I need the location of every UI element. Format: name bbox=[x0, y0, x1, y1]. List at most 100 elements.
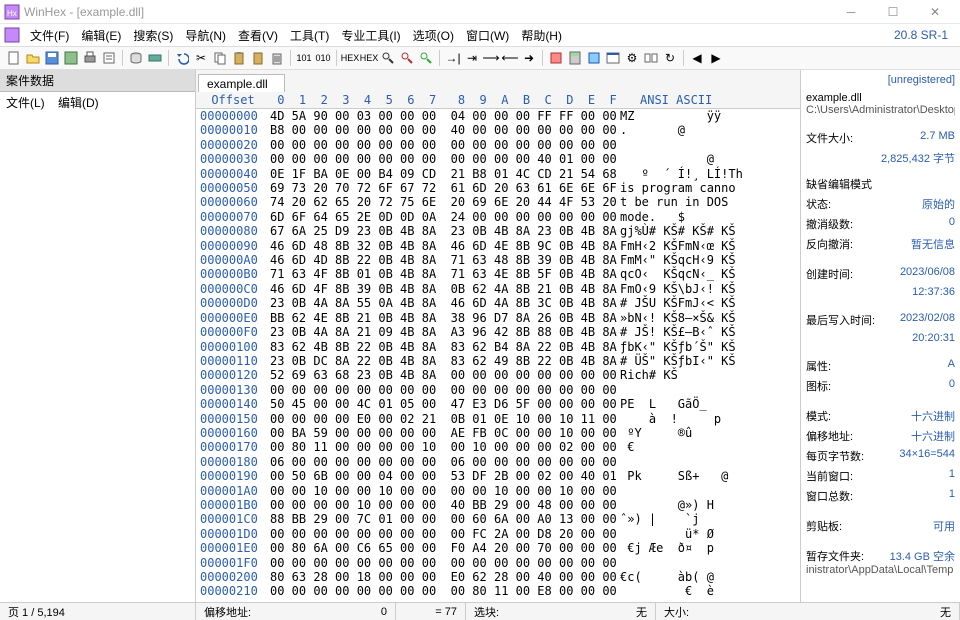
menu-1[interactable]: 编辑(E) bbox=[75, 25, 127, 46]
new-icon[interactable] bbox=[6, 50, 22, 66]
hex-row[interactable]: 000000C046 6D 4F 8B 39 0B 4B 8A 0B 62 4A… bbox=[196, 282, 800, 296]
hex-row[interactable]: 000001F000 00 00 00 00 00 00 00 00 00 00… bbox=[196, 556, 800, 570]
tpl-icon[interactable] bbox=[548, 50, 564, 66]
hex-row[interactable]: 000001E000 80 6A 00 C6 65 00 00 F0 A4 20… bbox=[196, 541, 800, 555]
find2-icon[interactable] bbox=[399, 50, 415, 66]
find1-icon[interactable] bbox=[380, 50, 396, 66]
save-icon[interactable] bbox=[44, 50, 60, 66]
cut-icon[interactable]: ✂ bbox=[193, 50, 209, 66]
tab-example-dll[interactable]: example.dll bbox=[198, 74, 285, 92]
hex-row[interactable]: 000000A046 6D 4D 8B 22 0B 4B 8A 71 63 48… bbox=[196, 253, 800, 267]
paste-icon[interactable] bbox=[231, 50, 247, 66]
gear-icon[interactable]: ⚙ bbox=[624, 50, 640, 66]
maximize-button[interactable]: ☐ bbox=[872, 1, 914, 23]
find3-icon[interactable] bbox=[418, 50, 434, 66]
version-label: 20.8 SR-1 bbox=[894, 28, 956, 42]
menu-9[interactable]: 帮助(H) bbox=[515, 25, 568, 46]
ram-icon[interactable] bbox=[147, 50, 163, 66]
hex-row[interactable]: 0000021000 00 00 00 00 00 00 00 00 80 11… bbox=[196, 584, 800, 598]
hex-row[interactable]: 000000004D 5A 90 00 03 00 00 00 04 00 00… bbox=[196, 109, 800, 123]
disk-icon[interactable] bbox=[128, 50, 144, 66]
hex-row[interactable]: 0000008067 6A 25 D9 23 0B 4B 8A 23 0B 4B… bbox=[196, 224, 800, 238]
hex-row[interactable]: 000001A000 00 10 00 00 10 00 00 00 00 10… bbox=[196, 484, 800, 498]
hex-row[interactable]: 0000011023 0B DC 8A 22 0B 4B 8A 83 62 49… bbox=[196, 354, 800, 368]
hex-row[interactable]: 00000010B8 00 00 00 00 00 00 00 40 00 00… bbox=[196, 123, 800, 137]
hex-row[interactable]: 000000400E 1F BA 0E 00 B4 09 CD 21 B8 01… bbox=[196, 167, 800, 181]
hex-row[interactable]: 000001C088 BB 29 00 7C 01 00 00 00 60 6A… bbox=[196, 512, 800, 526]
offset-header: Offset bbox=[196, 93, 270, 107]
hex-row[interactable]: 0000018006 00 00 00 00 00 00 00 06 00 00… bbox=[196, 455, 800, 469]
ascii-header: ANSI ASCII bbox=[610, 93, 800, 107]
hex-row[interactable]: 0000014050 45 00 00 4C 01 05 00 47 E3 D6… bbox=[196, 397, 800, 411]
saveas-icon[interactable] bbox=[63, 50, 79, 66]
mode010-icon[interactable]: 010 bbox=[315, 50, 331, 66]
hex-row[interactable]: 000000706D 6F 64 65 2E 0D 0D 0A 24 00 00… bbox=[196, 210, 800, 224]
info-filename: example.dll bbox=[806, 92, 955, 104]
refresh-icon[interactable]: ↻ bbox=[662, 50, 678, 66]
menu-8[interactable]: 窗口(W) bbox=[460, 25, 515, 46]
status-page: 页 1 / 5,194 bbox=[0, 603, 196, 620]
mode101-icon[interactable]: 101 bbox=[296, 50, 312, 66]
hex-row[interactable]: 0000017000 80 11 00 00 00 00 10 00 10 00… bbox=[196, 440, 800, 454]
minimize-button[interactable]: ─ bbox=[830, 1, 872, 23]
hex-row[interactable]: 000000B071 63 4F 8B 01 0B 4B 8A 71 63 4E… bbox=[196, 267, 800, 281]
hex-row[interactable]: 000001D000 00 00 00 00 00 00 00 00 FC 2A… bbox=[196, 527, 800, 541]
menu-7[interactable]: 选项(O) bbox=[407, 25, 460, 46]
hex-row[interactable]: 0000016000 BA 59 00 00 00 00 00 AE FB 0C… bbox=[196, 426, 800, 440]
hex-row[interactable]: 0000005069 73 20 70 72 6F 67 72 61 6D 20… bbox=[196, 181, 800, 195]
hex-row[interactable]: 000001B000 00 00 00 10 00 00 00 40 BB 29… bbox=[196, 498, 800, 512]
print-icon[interactable] bbox=[82, 50, 98, 66]
doc-icon bbox=[4, 27, 20, 43]
properties-icon[interactable] bbox=[101, 50, 117, 66]
next-icon[interactable]: ▶ bbox=[708, 50, 724, 66]
goto-offset-icon[interactable]: ⟶ bbox=[483, 50, 499, 66]
unregistered-label: [unregistered] bbox=[806, 72, 955, 92]
window-title: WinHex - [example.dll] bbox=[24, 5, 830, 19]
hex-row[interactable]: 0000020080 63 28 00 18 00 00 00 E0 62 28… bbox=[196, 570, 800, 584]
menu-4[interactable]: 查看(V) bbox=[232, 25, 284, 46]
goto-end-icon[interactable]: ⇥ bbox=[464, 50, 480, 66]
hex-row[interactable]: 000000E0BB 62 4E 8B 21 0B 4B 8A 38 96 D7… bbox=[196, 311, 800, 325]
hex-row[interactable]: 0000003000 00 00 00 00 00 00 00 00 00 00… bbox=[196, 152, 800, 166]
goto-start-icon[interactable]: →| bbox=[445, 50, 461, 66]
hex-row[interactable]: 0000015000 00 00 00 E0 00 02 21 0B 01 0E… bbox=[196, 412, 800, 426]
info-panel: [unregistered] example.dll C:\Users\Admi… bbox=[800, 70, 960, 602]
calc-icon[interactable] bbox=[567, 50, 583, 66]
prev-icon[interactable]: ◀ bbox=[689, 50, 705, 66]
hex-row[interactable]: 0000010083 62 4B 8B 22 0B 4B 8A 83 62 B4… bbox=[196, 340, 800, 354]
menu-5[interactable]: 工具(T) bbox=[284, 25, 335, 46]
case-data-header: 案件数据 bbox=[0, 70, 195, 92]
back-icon[interactable]: ⟵ bbox=[502, 50, 518, 66]
left-menu-file[interactable]: 文件(L) bbox=[6, 96, 45, 110]
menu-3[interactable]: 导航(N) bbox=[179, 25, 232, 46]
hex2-icon[interactable]: HEX bbox=[361, 50, 377, 66]
undo-icon[interactable] bbox=[174, 50, 190, 66]
window-icon[interactable] bbox=[605, 50, 621, 66]
hex-viewport[interactable]: 000000004D 5A 90 00 03 00 00 00 04 00 00… bbox=[196, 109, 800, 602]
hex-row[interactable]: 0000009046 6D 48 8B 32 0B 4B 8A 46 6D 4E… bbox=[196, 239, 800, 253]
delete-icon[interactable] bbox=[269, 50, 285, 66]
app-icon: Hx bbox=[4, 4, 20, 20]
fwd-icon[interactable]: ➜ bbox=[521, 50, 537, 66]
hex-row[interactable]: 0000006074 20 62 65 20 72 75 6E 20 69 6E… bbox=[196, 195, 800, 209]
svg-text:Hx: Hx bbox=[7, 9, 17, 18]
toolbar: ✂ 101 010 HEX HEX →| ⇥ ⟶ ⟵ ➜ ⚙ ↻ ◀ ▶ bbox=[0, 46, 960, 70]
menu-0[interactable]: 文件(F) bbox=[24, 25, 75, 46]
hex-icon[interactable]: HEX bbox=[342, 50, 358, 66]
hex-row[interactable]: 000000F023 0B 4A 8A 21 09 4B 8A A3 96 42… bbox=[196, 325, 800, 339]
compare-icon[interactable] bbox=[643, 50, 659, 66]
copy-icon[interactable] bbox=[212, 50, 228, 66]
open-icon[interactable] bbox=[25, 50, 41, 66]
paste2-icon[interactable] bbox=[250, 50, 266, 66]
hex-row[interactable]: 0000013000 00 00 00 00 00 00 00 00 00 00… bbox=[196, 383, 800, 397]
menu-2[interactable]: 搜索(S) bbox=[127, 25, 179, 46]
hex-row[interactable]: 0000019000 50 6B 00 00 04 00 00 53 DF 2B… bbox=[196, 469, 800, 483]
left-menu-edit[interactable]: 编辑(D) bbox=[58, 96, 99, 110]
hex-row[interactable]: 0000012052 69 63 68 23 0B 4B 8A 00 00 00… bbox=[196, 368, 800, 382]
hex-row[interactable]: 0000002000 00 00 00 00 00 00 00 00 00 00… bbox=[196, 138, 800, 152]
analyze-icon[interactable] bbox=[586, 50, 602, 66]
columns-header: 0 1 2 3 4 5 6 7 8 9 A B C D E F bbox=[270, 93, 610, 107]
close-button[interactable]: ✕ bbox=[914, 1, 956, 23]
menu-6[interactable]: 专业工具(I) bbox=[335, 25, 406, 46]
hex-row[interactable]: 000000D023 0B 4A 8A 55 0A 4B 8A 46 6D 4A… bbox=[196, 296, 800, 310]
